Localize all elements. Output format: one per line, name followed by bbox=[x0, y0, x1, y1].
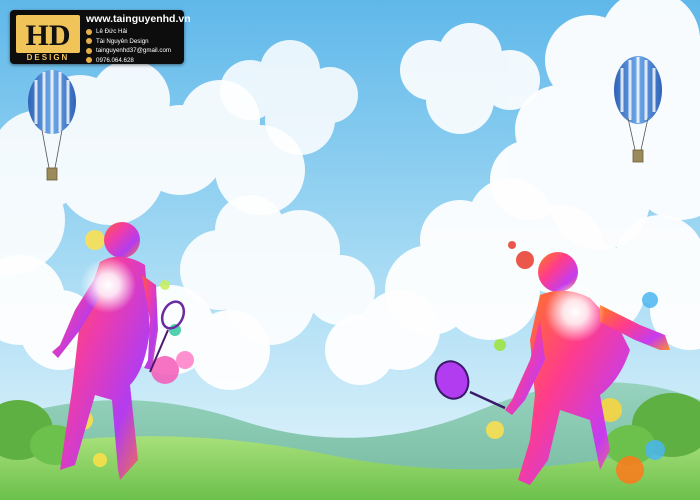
phone-icon bbox=[86, 57, 92, 64]
svg-text:HD: HD bbox=[26, 19, 71, 52]
watermark-badge: HD DESIGN www.tainguyenhd.vn Lê Đức Hải … bbox=[10, 10, 191, 65]
contact-line: Lê Đức Hải bbox=[86, 27, 171, 37]
hd-design-logo: HD DESIGN bbox=[16, 15, 80, 61]
contact-info: Lê Đức Hải Tài Nguyên Design tainguyenhd… bbox=[86, 27, 171, 65]
contact-line: tainguyenhd37@gmail.com bbox=[86, 46, 171, 56]
contact-text: 0976.064.628 bbox=[96, 56, 134, 64]
contact-text: tainguyenhd37@gmail.com bbox=[96, 47, 172, 55]
contact-text: Tài Nguyên Design bbox=[96, 37, 149, 45]
email-icon bbox=[86, 47, 92, 54]
facebook-icon bbox=[86, 38, 92, 45]
contact-text: Lê Đức Hải bbox=[96, 28, 128, 36]
facebook-icon bbox=[86, 28, 92, 35]
svg-text:DESIGN: DESIGN bbox=[27, 53, 70, 61]
contact-line: 0976.064.628 bbox=[86, 56, 171, 66]
background-scene bbox=[0, 0, 700, 500]
contact-line: Tài Nguyên Design bbox=[86, 37, 171, 47]
website-text: www.tainguyenhd.vn bbox=[86, 13, 191, 25]
